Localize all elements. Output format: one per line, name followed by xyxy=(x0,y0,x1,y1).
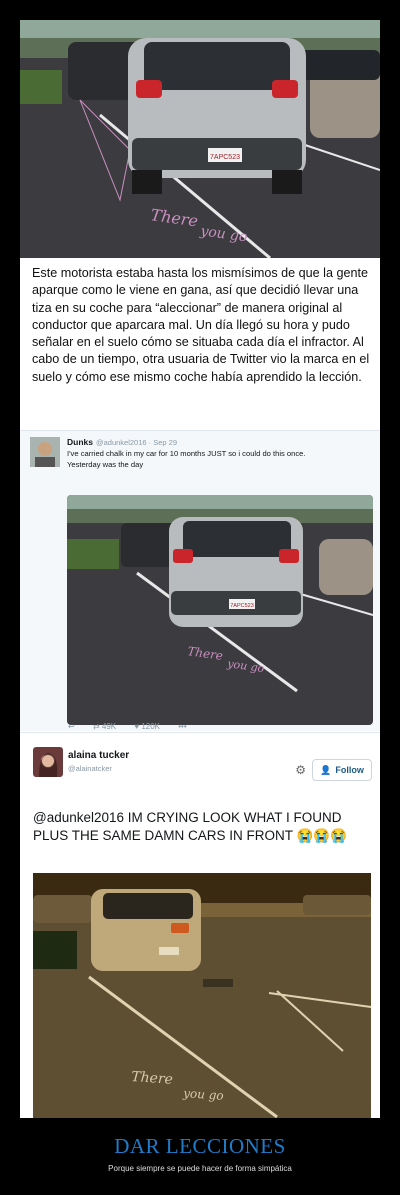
more-options-icon[interactable]: ••• xyxy=(178,722,186,731)
caption-text: Este motorista estaba hasta los mismísim… xyxy=(32,266,370,384)
tweet-1: Dunks @adunkel2016 · Sep 29 I've carried… xyxy=(20,430,380,731)
add-user-icon: 👤 xyxy=(320,764,332,775)
avatar-image xyxy=(30,437,60,467)
tweet-2-text-body: @adunkel2016 IM CRYING LOOK WHAT I FOUND… xyxy=(33,810,342,843)
tweet-2-handle[interactable]: @alainatcker xyxy=(68,764,112,773)
retweet-action[interactable]: ⇄ 49K xyxy=(93,722,116,731)
avatar-image xyxy=(33,747,63,777)
footer-title: DAR LECCIONES xyxy=(114,1134,286,1158)
license-plate-tweet-1: 7APC523 xyxy=(230,603,254,609)
parking-photo-top-image: 7APC523 There you go xyxy=(20,20,380,258)
reply-icon[interactable]: ↩ xyxy=(68,722,75,731)
follow-button[interactable]: 👤 Follow xyxy=(312,759,372,781)
parking-photo-top: 7APC523 There you go xyxy=(20,20,380,258)
heart-icon: ♥ xyxy=(134,722,140,731)
like-count: 120K xyxy=(141,722,161,731)
tweet-1-photo-image: 7APC523 There you go xyxy=(67,495,373,725)
chalk-text-tweet-2-2: you go xyxy=(182,1086,224,1103)
avatar[interactable] xyxy=(30,437,60,467)
tweet-2-text: @adunkel2016 IM CRYING LOOK WHAT I FOUND… xyxy=(33,809,363,845)
retweet-icon: ⇄ xyxy=(92,722,100,731)
tweet-2-photo-image: There you go xyxy=(33,873,371,1118)
tweet-1-meta[interactable]: @adunkel2016 · Sep 29 xyxy=(96,438,177,447)
chalk-text-tweet-2-1: There xyxy=(131,1069,174,1088)
tweet-2-author[interactable]: alaina tucker xyxy=(68,750,129,761)
retweet-count: 49K xyxy=(101,722,117,731)
tweet-1-text-line-1: I've carried chalk in my car for 10 mont… xyxy=(67,449,306,458)
follow-label: Follow xyxy=(335,765,364,775)
tweet-2: alaina tucker @alainatcker ⚙ 👤 Follow @a… xyxy=(20,732,380,1118)
tweet-1-text-line-2: Yesterday was the day xyxy=(67,460,144,469)
post-frame: 7APC523 There you go Este motorista esta… xyxy=(20,20,380,1118)
footer-subtitle: Porque siempre se puede hacer de forma s… xyxy=(108,1164,292,1173)
avatar[interactable] xyxy=(33,747,63,777)
crying-emoji: 😭😭😭 xyxy=(296,828,347,843)
gear-icon[interactable]: ⚙ xyxy=(295,763,306,777)
tweet-1-photo[interactable]: 7APC523 There you go xyxy=(67,495,373,725)
license-plate-top: 7APC523 xyxy=(210,154,240,161)
like-action[interactable]: ♥ 120K xyxy=(134,722,160,731)
tweet-2-photo[interactable]: There you go xyxy=(33,873,371,1118)
tweet-1-actions: ↩ ⇄ 49K ♥ 120K ••• xyxy=(68,722,203,731)
tweet-1-author[interactable]: Dunks xyxy=(67,437,93,447)
